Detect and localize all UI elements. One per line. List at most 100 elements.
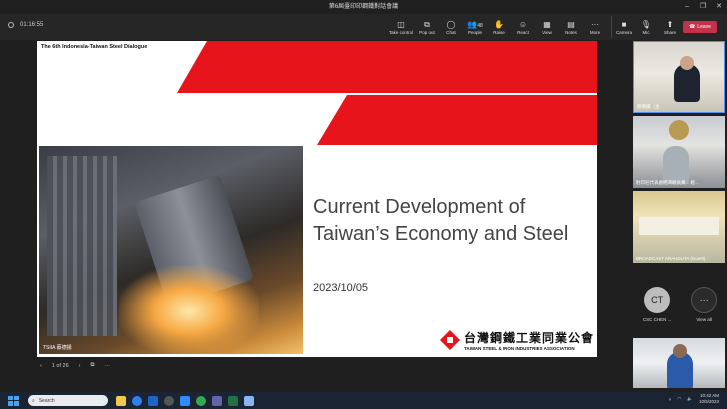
participant-ct[interactable]: CT CSC CHEN ... <box>643 287 671 322</box>
view-all-label: View all <box>696 317 712 322</box>
outlook-icon[interactable] <box>148 395 158 406</box>
take-control-button[interactable]: ◫ Take control <box>388 16 414 38</box>
timer-text: 01:16:55 <box>20 22 44 28</box>
taskbar-search[interactable]: ⌕ Search <box>28 395 108 406</box>
more-icon: ··· <box>591 19 599 29</box>
window-controls: – ❐ ✕ <box>679 0 727 14</box>
slide-red-banner <box>177 41 597 145</box>
slide-header: The 6th Indonesia-Taiwan Steel Dialogue <box>41 44 148 50</box>
zoom-icon[interactable] <box>180 395 190 406</box>
notes-button[interactable]: ▤ Notes <box>560 16 582 38</box>
search-icon: ⌕ <box>32 397 35 404</box>
logo-zh: 台灣鋼鐵工業同業公會 <box>464 331 595 345</box>
more-button[interactable]: ··· More <box>584 16 606 38</box>
browser-icon[interactable] <box>196 395 206 406</box>
notes-label: Notes <box>565 29 577 35</box>
participant-3-name: BROADCAST ARAHDUTA (Guest) <box>636 256 706 261</box>
share-label: Share <box>663 29 676 35</box>
meeting-timer: 01:16:55 <box>8 22 43 28</box>
camera-icon: ■ <box>621 19 627 29</box>
slide-date: 2023/10/05 <box>313 282 369 294</box>
file-explorer-icon[interactable] <box>116 395 126 406</box>
participant-tile-2[interactable]: 駐印尼代表處經濟組長黃... 經... <box>633 116 725 188</box>
ellipsis-icon: ··· <box>691 287 718 313</box>
red-band-top <box>177 41 597 93</box>
pop-out-label: Pop out <box>419 29 435 35</box>
tsiia-logo-icon <box>440 330 460 350</box>
participant-figure <box>663 146 689 184</box>
take-control-label: Take control <box>388 29 414 35</box>
camera-button[interactable]: ■ Camera <box>611 16 633 38</box>
participant-tile-3[interactable]: BROADCAST ARAHDUTA (Guest) <box>633 191 725 263</box>
windows-start-icon[interactable] <box>6 394 20 408</box>
mic-label: Mic <box>642 29 650 35</box>
share-button[interactable]: ⬆ Share <box>659 16 681 38</box>
maximize-button[interactable]: ❐ <box>695 0 711 14</box>
slide-more-icon[interactable]: ··· <box>104 363 110 369</box>
red-band-bottom <box>317 95 597 145</box>
ct-avatar: CT <box>644 287 671 313</box>
take-control-icon: ◫ <box>397 19 405 29</box>
more-label: More <box>589 29 601 35</box>
participant-2-name: 駐印尼代表處經濟組長黃... 經... <box>636 180 699 185</box>
sync-slides-icon[interactable]: ⧉ <box>91 362 95 369</box>
excel-icon[interactable] <box>228 395 238 406</box>
chat-button[interactable]: ◯ Chat <box>440 16 462 38</box>
slide-title-line1: Current Development of <box>313 196 526 218</box>
wifi-icon[interactable]: ◠ <box>677 396 681 402</box>
emblem-icon <box>669 120 689 140</box>
grid-icon: ▦ <box>543 19 551 29</box>
participant-1-name: 蔡德揚（主 <box>637 104 660 109</box>
share-icon: ⬆ <box>666 19 674 29</box>
view-label: View <box>542 29 552 35</box>
view-all-participants[interactable]: ··· View all <box>691 287 718 322</box>
leave-button[interactable]: ☎ Leave <box>683 21 717 33</box>
window-title: 第6屆臺印印鋼鐵對話會議 <box>328 4 399 10</box>
photo-frame-structure <box>47 156 117 336</box>
chrome-icon[interactable] <box>132 395 142 406</box>
taskbar-clock[interactable]: 10:42 AM 10/5/2023 <box>699 393 719 405</box>
pop-out-icon: ⧉ <box>424 19 430 29</box>
steel-mill-photo: TSIIA 蔡德揚 <box>39 146 303 354</box>
hand-icon: ✋ <box>494 19 504 29</box>
self-head <box>673 344 687 358</box>
self-view-video[interactable] <box>633 338 725 388</box>
window-title-bar: 第6屆臺印印鋼鐵對話會議 – ❐ ✕ <box>0 0 727 14</box>
close-window-button[interactable]: ✕ <box>711 0 727 14</box>
participant-overflow-row: CT CSC CHEN ... ··· View all <box>633 287 727 322</box>
camera-label: Camera <box>615 29 632 35</box>
people-label: People <box>467 29 482 35</box>
react-button[interactable]: ☺ React <box>512 16 534 38</box>
teams-icon[interactable] <box>212 395 222 406</box>
raise-hand-button[interactable]: ✋ Raise <box>488 16 510 38</box>
minimize-button[interactable]: – <box>679 0 695 14</box>
shared-slide[interactable]: The 6th Indonesia-Taiwan Steel Dialogue … <box>37 41 597 357</box>
settings-icon[interactable] <box>164 395 174 406</box>
logo-en: TAIWAN STEEL & IRON INDUSTRIES ASSOCIATI… <box>464 346 575 351</box>
meeting-info-icon[interactable] <box>8 22 14 28</box>
tray-chevron-icon[interactable]: ˄ <box>669 397 672 402</box>
next-slide-icon[interactable]: › <box>79 363 81 369</box>
notes-icon: ▤ <box>567 19 575 29</box>
prev-slide-icon[interactable]: ‹ <box>40 363 42 369</box>
slide-navigation: ‹ 1 of 26 › ⧉ ··· <box>40 362 110 369</box>
participant-tile-1[interactable]: 蔡德揚（主 <box>633 41 725 113</box>
tsiia-logo: 台灣鋼鐵工業同業公會 TAIWAN STEEL & IRON INDUSTRIE… <box>439 329 594 351</box>
slide-page-indicator: 1 of 26 <box>51 362 69 369</box>
photo-presenter-label: TSIIA 蔡德揚 <box>43 345 72 351</box>
phone-icon: ☎ <box>689 24 696 30</box>
chat-icon: ◯ <box>446 19 456 29</box>
search-placeholder: Search <box>38 397 55 404</box>
mic-button[interactable]: 🎙 Mic <box>635 16 657 38</box>
meeting-room-table <box>639 217 719 235</box>
chat-label: Chat <box>446 29 456 35</box>
toolbar-actions: ◫ Take control ⧉ Pop out ◯ Chat 👥48 People ✋… <box>388 16 717 38</box>
app-icon[interactable] <box>244 395 254 406</box>
taskbar: ⌕ Search ˄ ◠ 🔈 10:42 AM 10/5/2023 <box>0 392 727 409</box>
pop-out-button[interactable]: ⧉ Pop out <box>416 16 438 38</box>
view-button[interactable]: ▦ View <box>536 16 558 38</box>
smile-icon: ☺ <box>518 19 528 29</box>
volume-icon[interactable]: 🔈 <box>687 396 693 402</box>
people-button[interactable]: 👥48 People <box>464 16 486 38</box>
people-glyph: 👥 <box>467 19 478 29</box>
